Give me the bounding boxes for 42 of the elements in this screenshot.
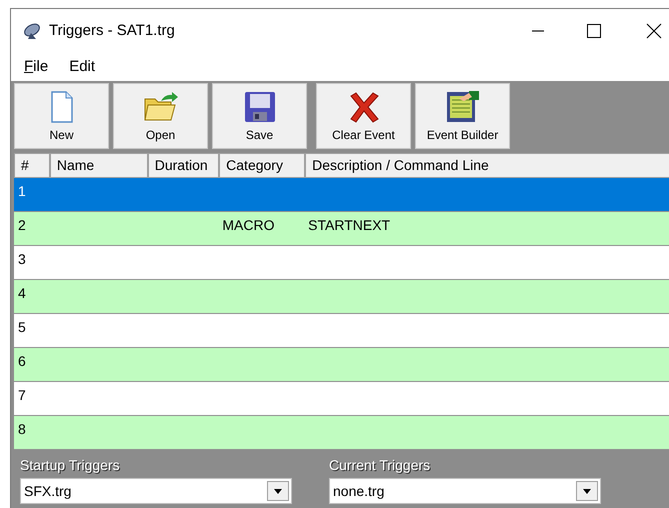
menu-item[interactable]: Edit	[59, 56, 106, 78]
table-cell: 2	[18, 217, 26, 233]
table-row[interactable]: 1	[14, 178, 669, 212]
table-row[interactable]: 8	[14, 416, 669, 450]
toolbar-button[interactable]: Open	[113, 83, 208, 149]
cross-icon	[348, 91, 380, 123]
table-row[interactable]: 2 MACRO STARTNEXT	[14, 212, 669, 246]
table-cell: STARTNEXT	[308, 217, 390, 233]
column-header[interactable]: #	[14, 153, 50, 178]
table-cell: 7	[18, 387, 26, 403]
table-row[interactable]: 6	[14, 348, 669, 382]
toolbar-button[interactable]: Save	[212, 83, 307, 149]
column-header[interactable]: Description / Command Line	[305, 153, 669, 178]
satellite-dish-icon	[23, 22, 43, 40]
table-cell: 8	[18, 421, 26, 437]
window-title: Triggers - SAT1.trg	[49, 20, 175, 41]
close-icon[interactable]	[646, 23, 662, 39]
table-row[interactable]: 5	[14, 314, 669, 348]
blank-page-icon	[50, 91, 74, 123]
table-cell: 3	[18, 251, 26, 267]
table-cell: 5	[18, 319, 26, 335]
column-header[interactable]: Category	[219, 153, 306, 178]
event-board-icon	[444, 89, 480, 123]
field-label: Current Triggers	[329, 456, 432, 475]
toolbar-button[interactable]: Event Builder	[415, 83, 510, 149]
maximize-icon[interactable]	[586, 23, 602, 39]
column-header[interactable]: Duration	[148, 153, 220, 178]
table-cell: MACRO	[222, 217, 274, 233]
toolbar-button[interactable]: New	[14, 83, 109, 149]
table-cell: 6	[18, 353, 26, 369]
table-row[interactable]: 3	[14, 246, 669, 280]
table-row[interactable]: 7	[14, 382, 669, 416]
folder-arrow-icon	[142, 91, 178, 123]
dropdown-field[interactable]: SFX.trg	[20, 478, 292, 504]
column-header[interactable]: Name	[50, 153, 148, 178]
table-cell: 4	[18, 285, 26, 301]
field-label: Startup Triggers	[20, 456, 121, 475]
table-row[interactable]: 4	[14, 280, 669, 314]
menu-item[interactable]: File	[14, 56, 58, 78]
table-cell: 1	[18, 183, 26, 199]
toolbar-button[interactable]: Clear Event	[316, 83, 411, 149]
dropdown-field[interactable]: none.trg	[329, 478, 601, 504]
